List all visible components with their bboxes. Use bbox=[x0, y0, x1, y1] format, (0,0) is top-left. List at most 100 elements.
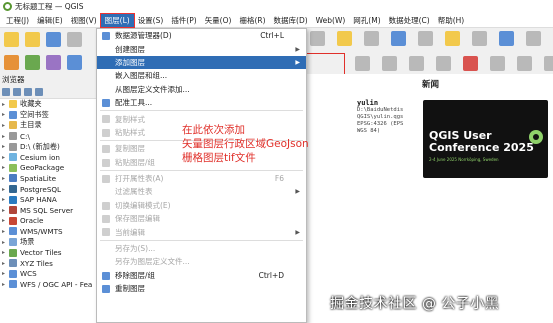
layer-menu-item[interactable]: 重制图层 bbox=[97, 282, 306, 295]
menu-processing[interactable]: 数据处理(C) bbox=[385, 14, 434, 27]
browser-item[interactable]: ▸ Cesium ion bbox=[0, 152, 101, 163]
layer-menu-item[interactable]: 保存图层编辑 bbox=[97, 212, 306, 225]
browser-item[interactable]: ▸ XYZ Tiles bbox=[0, 258, 101, 269]
expand-arrow-icon[interactable]: ▸ bbox=[2, 186, 9, 193]
browser-item[interactable]: ▸ MS SQL Server bbox=[0, 205, 101, 216]
menu-mesh[interactable]: 网孔(M) bbox=[349, 14, 384, 27]
expand-arrow-icon[interactable]: ▸ bbox=[2, 143, 9, 150]
open-project-icon[interactable] bbox=[25, 31, 40, 47]
layer-menu-item[interactable]: 切换编辑模式(E) bbox=[97, 199, 306, 212]
browser-item[interactable]: ▸ WCS bbox=[0, 269, 101, 280]
menu-web[interactable]: Web(W) bbox=[312, 15, 350, 26]
project-path: QGIS\yulin.qgs bbox=[357, 114, 404, 120]
zoom-full-icon[interactable] bbox=[526, 31, 541, 46]
menu-help[interactable]: 帮助(H) bbox=[434, 14, 469, 27]
expand-arrow-icon[interactable]: ▸ bbox=[2, 228, 9, 235]
expand-arrow-icon[interactable]: ▸ bbox=[2, 154, 9, 161]
select-feature-icon[interactable] bbox=[337, 31, 352, 46]
layer-menu-item[interactable]: 嵌入图层和组... bbox=[97, 69, 306, 82]
expand-arrow-icon[interactable]: ▸ bbox=[2, 164, 9, 171]
browser-item[interactable]: ▸ 收藏夹 bbox=[0, 99, 101, 110]
expand-arrow-icon[interactable]: ▸ bbox=[2, 207, 9, 214]
simplify-icon[interactable] bbox=[436, 56, 451, 71]
delete-feature-icon[interactable] bbox=[463, 56, 478, 71]
layer-menu-item[interactable]: 另存为(S)... bbox=[97, 242, 306, 255]
layer-menu-item[interactable]: 打开属性表(A) F6 bbox=[97, 172, 306, 185]
layer-menu-item[interactable]: 数据源管理器(D) Ctrl+L bbox=[97, 29, 306, 42]
browser-item[interactable]: ▸ 场景 bbox=[0, 237, 101, 248]
layer-menu-item[interactable]: 配准工具... bbox=[97, 96, 306, 109]
menu-edit[interactable]: 编辑(E) bbox=[33, 14, 67, 27]
undo-icon[interactable] bbox=[355, 56, 370, 71]
menu-database[interactable]: 数据库(D) bbox=[270, 14, 312, 27]
identify-icon[interactable] bbox=[310, 31, 325, 46]
expand-arrow-icon[interactable]: ▸ bbox=[2, 175, 9, 182]
snapping-icon[interactable] bbox=[46, 54, 61, 70]
redo-icon[interactable] bbox=[382, 56, 397, 71]
layer-menu-item[interactable]: 创建图层 ▶ bbox=[97, 42, 306, 55]
expand-arrow-icon[interactable]: ▸ bbox=[2, 239, 9, 246]
wcs-icon bbox=[9, 269, 17, 278]
browser-item-label: D:\ (新加卷) bbox=[20, 141, 60, 151]
browser-item[interactable]: ▸ C:\ bbox=[0, 131, 101, 142]
expand-arrow-icon[interactable]: ▸ bbox=[2, 111, 9, 118]
layer-menu-item[interactable]: 另存为图层定义文件... bbox=[97, 255, 306, 268]
layer-menu-item[interactable]: 从图层定义文件添加... bbox=[97, 83, 306, 96]
vertex-tool-icon[interactable] bbox=[25, 54, 40, 70]
layer-menu-item[interactable]: 添加图层 ▶ bbox=[97, 55, 306, 70]
mssql-icon bbox=[9, 206, 17, 215]
expand-arrow-icon[interactable]: ▸ bbox=[2, 217, 9, 224]
label-tool-icon[interactable] bbox=[67, 54, 82, 70]
layer-menu-item[interactable]: 过滤属性表 ▶ bbox=[97, 185, 306, 198]
expand-arrow-icon[interactable]: ▸ bbox=[2, 281, 9, 288]
menu-view[interactable]: 视图(V) bbox=[67, 14, 101, 27]
digitize-icon[interactable] bbox=[4, 54, 19, 70]
menu-layer[interactable]: 图层(L) bbox=[99, 12, 135, 28]
expand-arrow-icon[interactable]: ▸ bbox=[2, 133, 9, 140]
menu-vector[interactable]: 矢量(O) bbox=[201, 14, 236, 27]
merge-icon[interactable] bbox=[517, 56, 532, 71]
bookmark-toolbar-icon[interactable] bbox=[499, 31, 514, 46]
expand-arrow-icon[interactable]: ▸ bbox=[2, 196, 9, 203]
split-icon[interactable] bbox=[490, 56, 505, 71]
save-project-icon[interactable] bbox=[46, 31, 61, 47]
expand-arrow-icon[interactable]: ▸ bbox=[2, 260, 9, 267]
collapse-icon[interactable] bbox=[35, 88, 43, 96]
new-project-icon[interactable] bbox=[4, 31, 19, 47]
browser-item[interactable]: ▸ 主目录 bbox=[0, 120, 101, 131]
browser-item[interactable]: ▸ PostgreSQL bbox=[0, 184, 101, 195]
add-selected-icon[interactable] bbox=[13, 88, 21, 96]
browser-item[interactable]: ▸ Vector Tiles bbox=[0, 247, 101, 258]
expand-arrow-icon[interactable]: ▸ bbox=[2, 101, 9, 108]
expand-arrow-icon[interactable]: ▸ bbox=[2, 270, 9, 277]
measure-icon[interactable] bbox=[391, 31, 406, 46]
map-tips-icon[interactable] bbox=[472, 31, 487, 46]
layer-menu-item[interactable]: 移除图层/组 Ctrl+D bbox=[97, 269, 306, 282]
menu-raster[interactable]: 栅格(R) bbox=[235, 14, 269, 27]
rotate-icon[interactable] bbox=[409, 56, 424, 71]
browser-item[interactable]: ▸ 空间书签 bbox=[0, 110, 101, 121]
browser-item[interactable]: ▸ WMS/WMTS bbox=[0, 226, 101, 237]
browser-item[interactable]: ▸ SpatiaLite bbox=[0, 173, 101, 184]
annotation-icon[interactable] bbox=[445, 31, 460, 46]
recent-project-card[interactable]: yulin D:\BaiduNetdis QGIS\yulin.qgs EPSG… bbox=[357, 100, 417, 160]
menu-plugins[interactable]: 插件(P) bbox=[167, 14, 200, 27]
filter-icon[interactable] bbox=[24, 88, 32, 96]
expand-arrow-icon[interactable]: ▸ bbox=[2, 249, 9, 256]
offset-icon[interactable] bbox=[544, 56, 553, 71]
browser-item[interactable]: ▸ WFS / OGC API - Fea bbox=[0, 279, 101, 290]
browser-item-label: 主目录 bbox=[20, 120, 42, 130]
browser-item[interactable]: ▸ D:\ (新加卷) bbox=[0, 141, 101, 152]
news-card[interactable]: QGIS User Conference 2025 2-4 June 2025 … bbox=[423, 100, 548, 178]
print-layout-icon[interactable] bbox=[67, 31, 82, 47]
expand-arrow-icon[interactable]: ▸ bbox=[2, 122, 9, 129]
deselect-icon[interactable] bbox=[364, 31, 379, 46]
layer-menu-item[interactable]: 当前编辑 ▶ bbox=[97, 225, 306, 238]
refresh-icon[interactable] bbox=[2, 88, 10, 96]
browser-item[interactable]: ▸ SAP HANA bbox=[0, 194, 101, 205]
menu-project[interactable]: 工程(J) bbox=[2, 14, 33, 27]
menu-settings[interactable]: 设置(S) bbox=[134, 14, 168, 27]
statistics-icon[interactable] bbox=[418, 31, 433, 46]
browser-item[interactable]: ▸ GeoPackage bbox=[0, 163, 101, 174]
browser-item[interactable]: ▸ Oracle bbox=[0, 216, 101, 227]
